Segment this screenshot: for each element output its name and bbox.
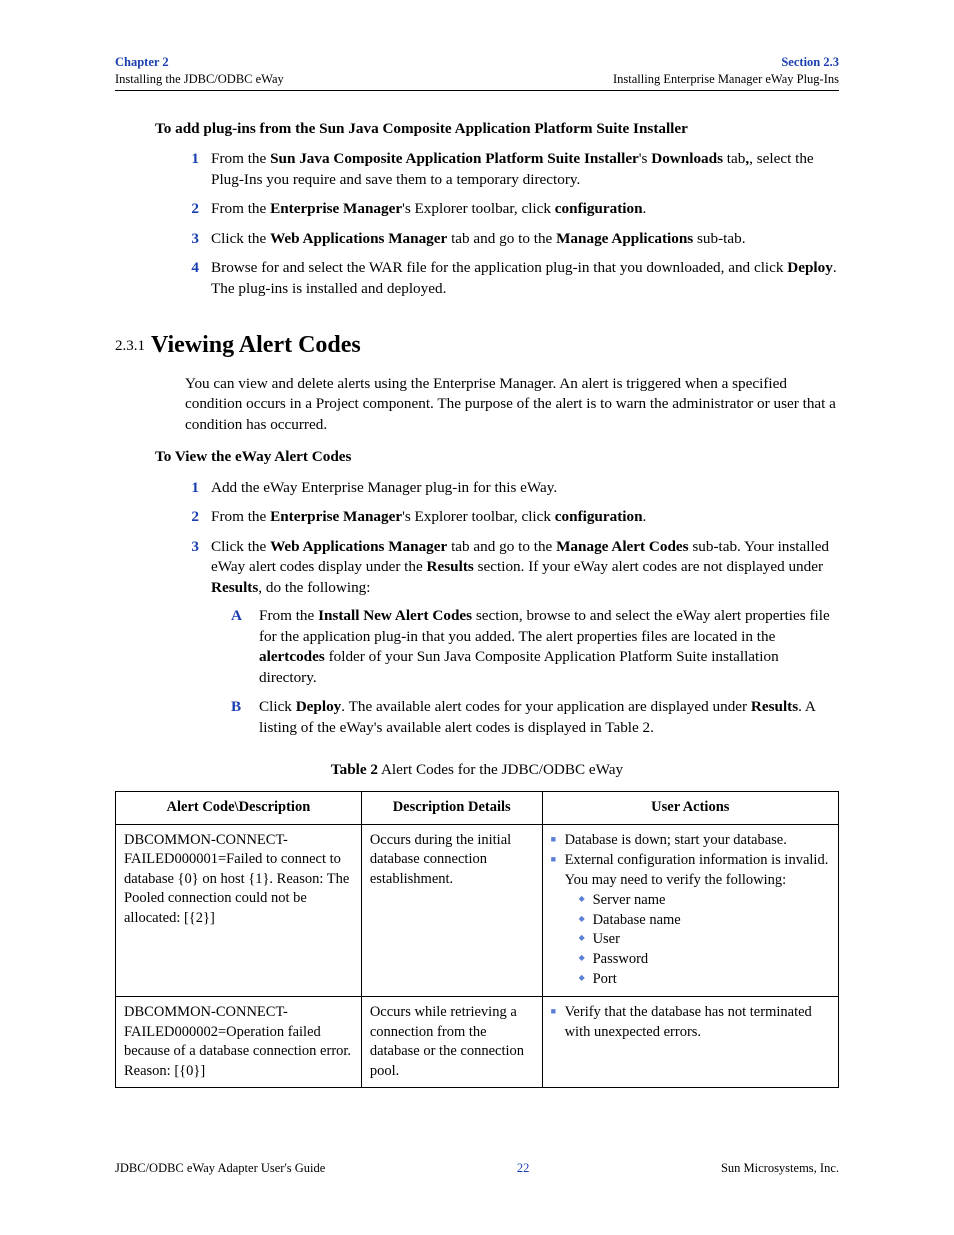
- section-label: Section 2.3: [613, 54, 839, 71]
- step: 2 From the Enterprise Manager's Explorer…: [185, 199, 839, 220]
- col-header: User Actions: [542, 792, 838, 825]
- step-text: From the Enterprise Manager's Explorer t…: [211, 508, 646, 525]
- step-text: Add the eWay Enterprise Manager plug-in …: [211, 479, 557, 496]
- substep-text: From the Install New Alert Codes section…: [259, 607, 830, 686]
- list-item: Database name: [579, 911, 830, 931]
- table-row: DBCOMMON-CONNECT-FAILED000002=Operation …: [116, 997, 839, 1088]
- cell-alert-code: DBCOMMON-CONNECT-FAILED000001=Failed to …: [116, 824, 362, 997]
- bullet-list: Database is down; start your database. E…: [551, 831, 830, 990]
- cell-description: Occurs while retrieving a connection fro…: [361, 997, 542, 1088]
- substeps: A From the Install New Alert Codes secti…: [231, 606, 839, 738]
- step-number: 3: [185, 537, 199, 558]
- section-title: Viewing Alert Codes: [151, 332, 361, 358]
- procedure-heading: To add plug-ins from the Sun Java Compos…: [155, 119, 839, 140]
- substep-text: Click Deploy. The available alert codes …: [259, 698, 815, 736]
- cell-user-actions: Verify that the database has not termina…: [542, 997, 838, 1088]
- procedure-heading: To View the eWay Alert Codes: [155, 447, 839, 468]
- sub-bullet-list: Server name Database name User Password …: [579, 891, 830, 989]
- step: 2 From the Enterprise Manager's Explorer…: [185, 507, 839, 528]
- step-number: 3: [185, 229, 199, 250]
- list-item: User: [579, 930, 830, 950]
- step-text: From the Sun Java Composite Application …: [211, 150, 814, 188]
- col-header: Alert Code\Description: [116, 792, 362, 825]
- step: 1 Add the eWay Enterprise Manager plug-i…: [185, 478, 839, 499]
- table-label: Table 2: [331, 761, 378, 778]
- step-text: Click the Web Applications Manager tab a…: [211, 230, 746, 247]
- list-item: Verify that the database has not termina…: [551, 1003, 830, 1042]
- section-subtitle: Installing Enterprise Manager eWay Plug-…: [613, 71, 839, 88]
- procedure-steps-2: 1 Add the eWay Enterprise Manager plug-i…: [185, 478, 839, 739]
- table-caption: Table 2 Alert Codes for the JDBC/ODBC eW…: [115, 760, 839, 781]
- substep-letter: A: [231, 606, 242, 627]
- list-item: Database is down; start your database.: [551, 831, 830, 851]
- table-header-row: Alert Code\Description Description Detai…: [116, 792, 839, 825]
- step-number: 1: [185, 149, 199, 170]
- step-text: From the Enterprise Manager's Explorer t…: [211, 200, 646, 217]
- step-text: Click the Web Applications Manager tab a…: [211, 538, 829, 596]
- footer-right: Sun Microsystems, Inc.: [721, 1160, 839, 1177]
- header-right: Section 2.3 Installing Enterprise Manage…: [613, 54, 839, 88]
- chapter-subtitle: Installing the JDBC/ODBC eWay: [115, 71, 284, 88]
- list-item: Port: [579, 970, 830, 990]
- list-item: Server name: [579, 891, 830, 911]
- list-item: External configuration information is in…: [551, 851, 830, 989]
- substep: A From the Install New Alert Codes secti…: [231, 606, 839, 688]
- page-header: Chapter 2 Installing the JDBC/ODBC eWay …: [115, 54, 839, 91]
- chapter-label: Chapter 2: [115, 54, 284, 71]
- list-item: Password: [579, 950, 830, 970]
- section-number: 2.3.1: [115, 338, 145, 354]
- cell-alert-code: DBCOMMON-CONNECT-FAILED000002=Operation …: [116, 997, 362, 1088]
- step: 4 Browse for and select the WAR file for…: [185, 258, 839, 299]
- footer-left: JDBC/ODBC eWay Adapter User's Guide: [115, 1160, 325, 1177]
- step-text: Browse for and select the WAR file for t…: [211, 259, 837, 297]
- step-number: 2: [185, 507, 199, 528]
- substep: B Click Deploy. The available alert code…: [231, 697, 839, 738]
- section-heading: 2.3.1 Viewing Alert Codes: [115, 329, 839, 361]
- step-number: 4: [185, 258, 199, 279]
- header-left: Chapter 2 Installing the JDBC/ODBC eWay: [115, 54, 284, 88]
- cell-description: Occurs during the initial database conne…: [361, 824, 542, 997]
- substep-letter: B: [231, 697, 241, 718]
- step-number: 1: [185, 478, 199, 499]
- step: 3 Click the Web Applications Manager tab…: [185, 537, 839, 739]
- col-header: Description Details: [361, 792, 542, 825]
- page-number: 22: [517, 1160, 530, 1177]
- table-row: DBCOMMON-CONNECT-FAILED000001=Failed to …: [116, 824, 839, 997]
- section-paragraph: You can view and delete alerts using the…: [185, 374, 839, 436]
- page: Chapter 2 Installing the JDBC/ODBC eWay …: [0, 0, 954, 1088]
- step: 1 From the Sun Java Composite Applicatio…: [185, 149, 839, 190]
- procedure-steps-1: 1 From the Sun Java Composite Applicatio…: [185, 149, 839, 299]
- step-number: 2: [185, 199, 199, 220]
- page-footer: JDBC/ODBC eWay Adapter User's Guide 22 S…: [115, 1160, 839, 1177]
- table-title: Alert Codes for the JDBC/ODBC eWay: [378, 761, 623, 778]
- alert-codes-table: Alert Code\Description Description Detai…: [115, 791, 839, 1088]
- step: 3 Click the Web Applications Manager tab…: [185, 229, 839, 250]
- cell-user-actions: Database is down; start your database. E…: [542, 824, 838, 997]
- bullet-list: Verify that the database has not termina…: [551, 1003, 830, 1042]
